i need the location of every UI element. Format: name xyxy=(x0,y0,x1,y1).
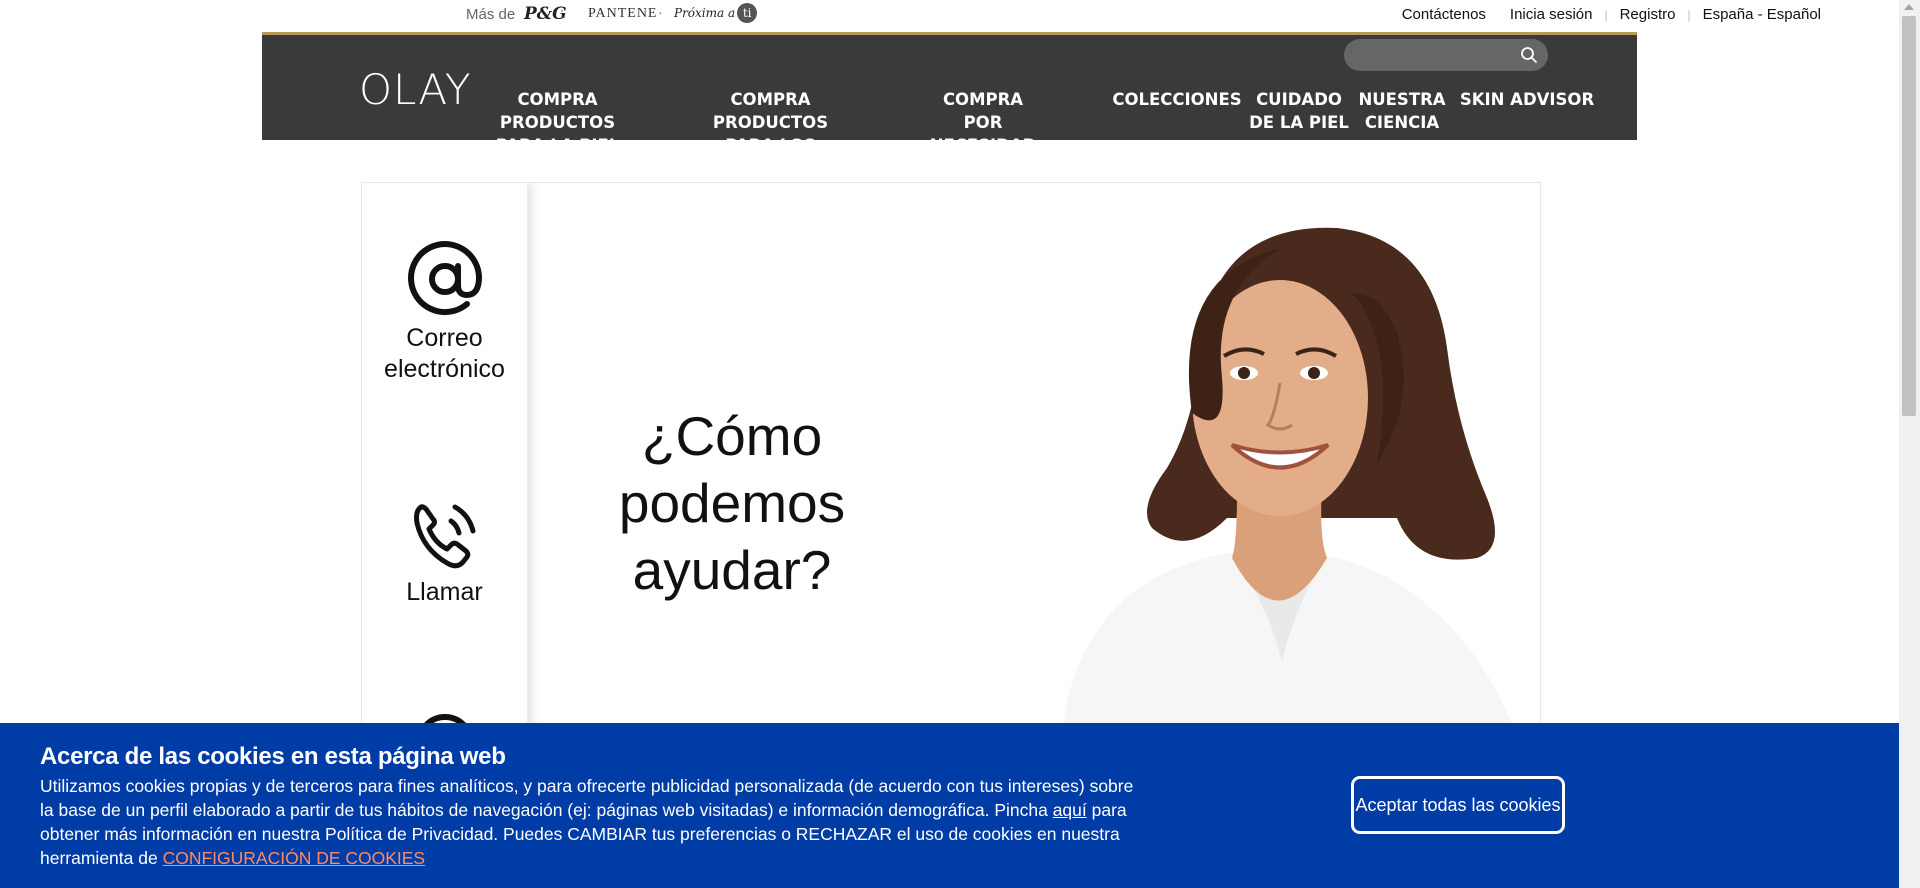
nav-item-by-need[interactable]: COMPRA POR NECESIDAD xyxy=(923,88,1043,157)
main-navbar: OLAY COMPRA PRODUCTOS PARA LA PIEL COMPR… xyxy=(262,35,1637,178)
dot-separator: · xyxy=(658,4,663,20)
nav-item-skin-care[interactable]: CUIDADO DE LA PIEL xyxy=(1244,88,1354,134)
contact-options-sidebar: Correo electrónico Llamar xyxy=(362,183,528,743)
nav-item-label: SKIN ADVISOR xyxy=(1459,90,1595,109)
call-option-label: Llamar xyxy=(406,578,483,606)
nav-item-skin-advisor[interactable]: SKIN ADVISOR xyxy=(1452,88,1602,111)
proxima-ti-badge: ti xyxy=(737,3,758,23)
page-scrollbar[interactable] xyxy=(1899,0,1920,888)
nav-item-label: COLECCIONES xyxy=(1112,90,1242,109)
nav-item-label: NUESTRA CIENCIA xyxy=(1358,90,1446,132)
search-icon[interactable] xyxy=(1520,46,1538,64)
nav-item-collections[interactable]: COLECCIONES xyxy=(1092,88,1262,111)
cookie-text-part-1: Utilizamos cookies propias y de terceros… xyxy=(40,776,1134,820)
top-links: Contáctenos Inicia sesión | Registro | E… xyxy=(1390,6,1833,23)
colon-separator: : xyxy=(560,5,565,22)
cookie-settings-link[interactable]: CONFIGURACIÓN DE COOKIES xyxy=(163,848,426,868)
nav-item-label: COMPRA PRODUCTOS PARA LA PIEL xyxy=(495,90,620,155)
nav-item-science[interactable]: NUESTRA CIENCIA xyxy=(1352,88,1452,134)
search-input[interactable] xyxy=(1344,39,1548,71)
smiling-woman-image xyxy=(1062,227,1519,743)
nav-item-label: CUIDADO DE LA PIEL xyxy=(1249,90,1349,132)
accept-all-cookies-button[interactable]: Aceptar todas las cookies xyxy=(1351,776,1565,834)
register-link[interactable]: Registro xyxy=(1608,6,1688,23)
login-link[interactable]: Inicia sesión xyxy=(1498,6,1605,23)
contact-card: Correo electrónico Llamar ¿Cómo podemos … xyxy=(361,182,1541,744)
nav-item-eye-products[interactable]: COMPRA PRODUCTOS PARA LOS OJOS xyxy=(708,88,833,180)
email-option[interactable]: Correo electrónico xyxy=(362,239,527,385)
locale-link[interactable]: España - Español xyxy=(1691,6,1833,23)
at-sign-icon xyxy=(407,241,482,316)
phone-icon xyxy=(413,504,475,569)
scroll-up-arrow-icon[interactable] xyxy=(1904,4,1914,10)
mas-de-label: Más de xyxy=(466,6,516,23)
nav-item-label: COMPRA POR NECESIDAD xyxy=(929,90,1037,155)
scrollbar-thumb[interactable] xyxy=(1902,16,1916,416)
contact-link[interactable]: Contáctenos xyxy=(1390,6,1498,23)
cookie-banner-text: Utilizamos cookies propias y de terceros… xyxy=(40,774,1140,870)
call-option[interactable]: Llamar xyxy=(362,493,527,608)
cookie-banner: Acerca de las cookies en esta página web… xyxy=(0,723,1899,888)
proxima-text: Próxima a xyxy=(674,6,736,20)
pantene-logo[interactable]: PANTENE xyxy=(588,6,658,22)
cookie-banner-title: Acerca de las cookies en esta página web xyxy=(40,743,506,770)
olay-logo[interactable]: OLAY xyxy=(359,65,472,114)
proxima-a-ti-logo[interactable]: Próxima a ti xyxy=(674,3,758,23)
email-option-label: Correo electrónico xyxy=(384,324,505,383)
privacy-policy-link[interactable]: aquí xyxy=(1053,800,1087,820)
nav-item-label: COMPRA PRODUCTOS PARA LOS OJOS xyxy=(712,90,829,178)
help-headline: ¿Cómo podemos ayudar? xyxy=(618,405,846,601)
nav-item-skin-products[interactable]: COMPRA PRODUCTOS PARA LA PIEL xyxy=(495,88,620,157)
